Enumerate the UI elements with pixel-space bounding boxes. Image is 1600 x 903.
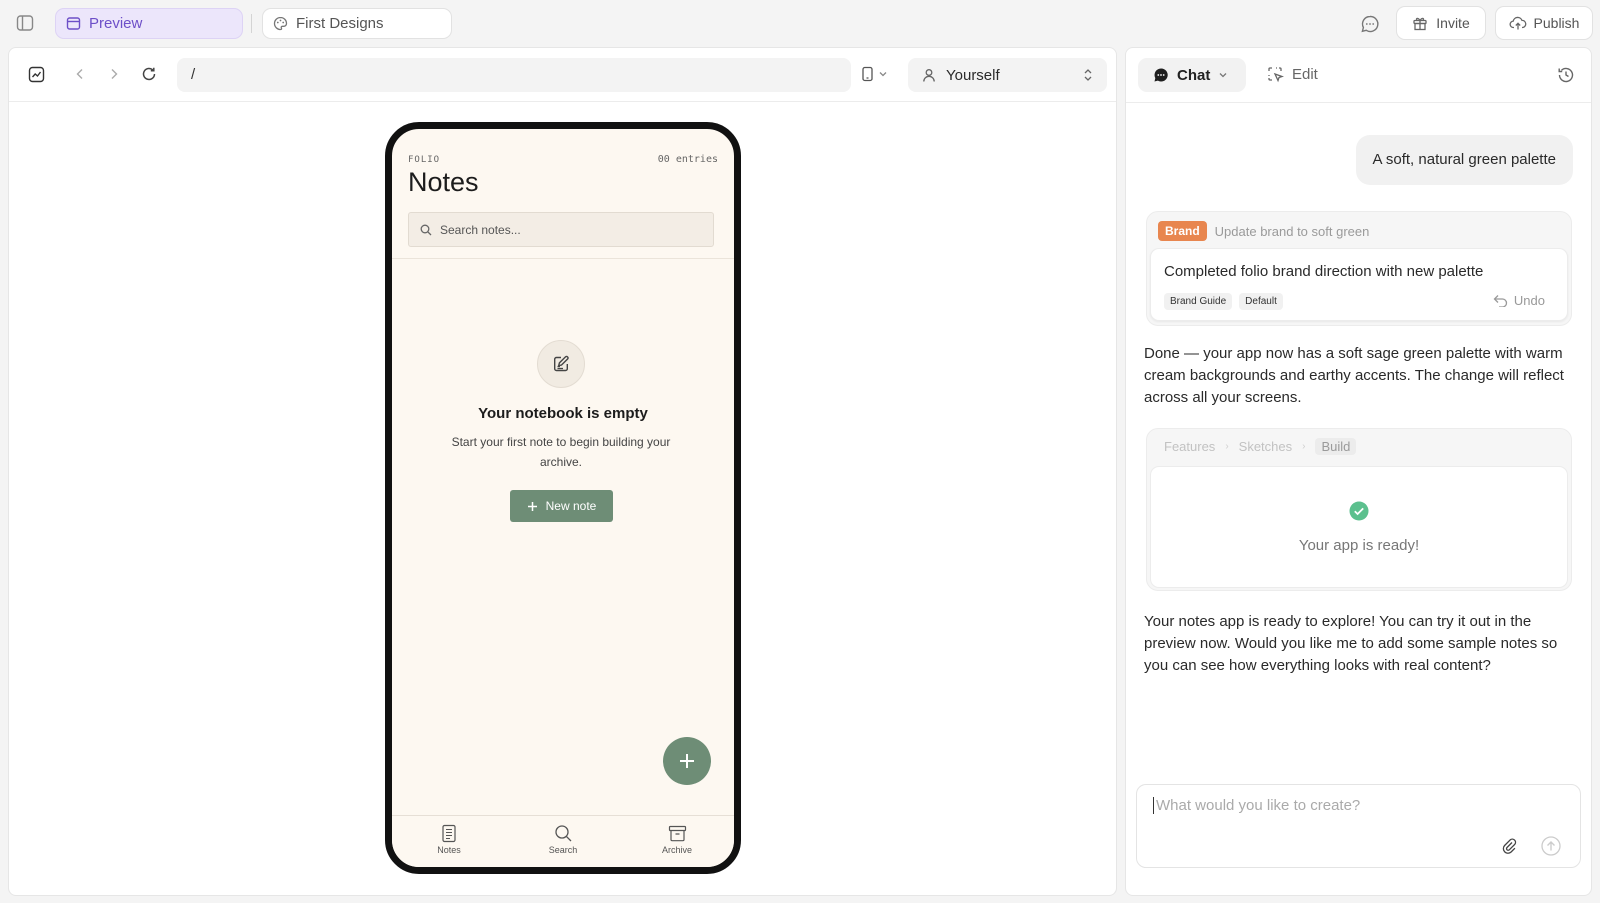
build-steps: Features › Sketches › Build — [1164, 438, 1357, 455]
brand-tags: Brand Guide Default — [1164, 293, 1283, 310]
activity-chart-icon[interactable] — [28, 66, 45, 83]
assistant-message: Done — your app now has a soft sage gree… — [1144, 345, 1564, 406]
tab-first-designs[interactable]: First Designs — [262, 8, 452, 39]
publish-button[interactable]: Publish — [1495, 6, 1593, 40]
forward-arrow-icon[interactable] — [107, 67, 121, 81]
tab-chat[interactable]: Chat — [1138, 58, 1246, 92]
build-result: Your app is ready! — [1150, 466, 1568, 588]
step-features: Features — [1164, 439, 1216, 454]
ready-text: Your app is ready! — [1298, 537, 1420, 554]
chevron-down-icon — [878, 69, 888, 79]
plus-icon — [527, 501, 538, 512]
chat-panel: Chat Edit A soft, natural green palette … — [1125, 47, 1592, 896]
brand-badge: Brand — [1158, 221, 1207, 241]
top-bar: Preview First Designs Invite Publish — [0, 0, 1600, 46]
new-note-label: New note — [545, 499, 597, 513]
nav-item-archive[interactable]: Archive — [620, 816, 734, 867]
add-note-fab[interactable] — [663, 737, 711, 785]
url-bar[interactable]: / — [177, 58, 851, 92]
reload-icon[interactable] — [141, 66, 157, 82]
device-selector[interactable] — [861, 66, 888, 82]
search-placeholder: Search notes... — [440, 222, 521, 237]
page-title: Notes — [408, 167, 479, 197]
build-status-card: Features › Sketches › Build Your app is … — [1146, 428, 1572, 591]
nav-label-search: Search — [548, 845, 578, 855]
edit-note-icon — [537, 340, 585, 388]
tab-edit-label: Edit — [1292, 66, 1318, 83]
viewer-label: Yourself — [946, 66, 1000, 84]
chat-composer — [1136, 784, 1581, 868]
user-message: A soft, natural green palette — [1355, 135, 1573, 185]
entry-count: 00 entries — [657, 154, 718, 165]
nav-label-notes: Notes — [437, 845, 461, 855]
brand-update-text: Update brand to soft green — [1214, 223, 1370, 239]
paperclip-icon[interactable] — [1501, 836, 1517, 854]
palette-icon — [273, 16, 288, 31]
undo-label: Undo — [1513, 293, 1545, 308]
sidebar-toggle-icon[interactable] — [16, 14, 34, 32]
tab-preview[interactable]: Preview — [55, 8, 243, 39]
tab-edit[interactable]: Edit — [1267, 66, 1318, 83]
brand-update-header: Brand Update brand to soft green — [1158, 221, 1369, 241]
chevron-down-icon — [1218, 70, 1228, 80]
tab-designs-label: First Designs — [296, 15, 384, 32]
brand-result-title: Completed folio brand direction with new… — [1164, 263, 1484, 280]
back-arrow-icon[interactable] — [73, 67, 87, 81]
brand-result-card: Completed folio brand direction with new… — [1150, 248, 1568, 321]
new-note-button[interactable]: New note — [510, 490, 613, 522]
empty-state-description: Start your first note to begin building … — [451, 435, 671, 469]
gift-icon — [1412, 15, 1428, 31]
phone-device-icon — [861, 66, 874, 82]
search-input[interactable]: Search notes... — [408, 212, 714, 247]
preview-panel: / Yourself FOLIO 00 entries Notes Search… — [8, 47, 1117, 896]
send-button[interactable] — [1541, 836, 1561, 856]
user-icon — [922, 68, 936, 83]
check-circle-icon — [1349, 501, 1369, 521]
chat-bubble-icon — [1153, 67, 1169, 83]
history-icon[interactable] — [1557, 66, 1575, 84]
empty-state-title: Your notebook is empty — [478, 405, 648, 422]
undo-icon — [1493, 294, 1508, 307]
brand-update-card: Brand Update brand to soft green Complet… — [1146, 211, 1572, 326]
search-icon — [420, 224, 432, 236]
chat-header: Chat Edit — [1126, 48, 1591, 103]
assistant-message: Your notes app is ready to explore! You … — [1144, 613, 1558, 674]
phone-frame: FOLIO 00 entries Notes Search notes... Y… — [385, 122, 741, 874]
nav-label-archive: Archive — [661, 845, 692, 855]
archive-icon — [668, 824, 687, 843]
notes-header: FOLIO 00 entries Notes Search notes... — [392, 129, 734, 259]
tab-chat-label: Chat — [1177, 66, 1211, 84]
viewer-select[interactable]: Yourself — [908, 58, 1107, 92]
divider — [251, 14, 252, 33]
step-sketches: Sketches — [1238, 439, 1293, 454]
chevron-updown-icon — [1081, 67, 1095, 83]
chevron-right-icon: › — [1225, 441, 1229, 452]
plus-icon — [678, 752, 696, 770]
invite-label: Invite — [1436, 15, 1470, 31]
tab-preview-label: Preview — [89, 15, 143, 32]
nav-item-notes[interactable]: Notes — [392, 816, 506, 867]
preview-toolbar: / Yourself — [9, 48, 1116, 102]
invite-button[interactable]: Invite — [1396, 6, 1486, 40]
cloud-upload-icon — [1509, 15, 1527, 31]
browser-window-icon — [66, 16, 81, 31]
notes-icon — [440, 824, 458, 843]
app-eyebrow: FOLIO — [408, 155, 441, 165]
chat-input[interactable] — [1153, 797, 1553, 814]
undo-button[interactable]: Undo — [1493, 293, 1545, 308]
chevron-right-icon: › — [1302, 441, 1306, 452]
search-icon — [554, 824, 573, 843]
select-cursor-icon — [1267, 66, 1284, 83]
bottom-nav: Notes Search Archive — [392, 815, 734, 867]
step-build: Build — [1315, 438, 1357, 455]
tag-default[interactable]: Default — [1239, 293, 1283, 310]
comment-icon[interactable] — [1360, 14, 1380, 34]
publish-label: Publish — [1533, 15, 1580, 31]
nav-item-search[interactable]: Search — [506, 816, 620, 867]
tag-brand-guide[interactable]: Brand Guide — [1164, 293, 1233, 310]
